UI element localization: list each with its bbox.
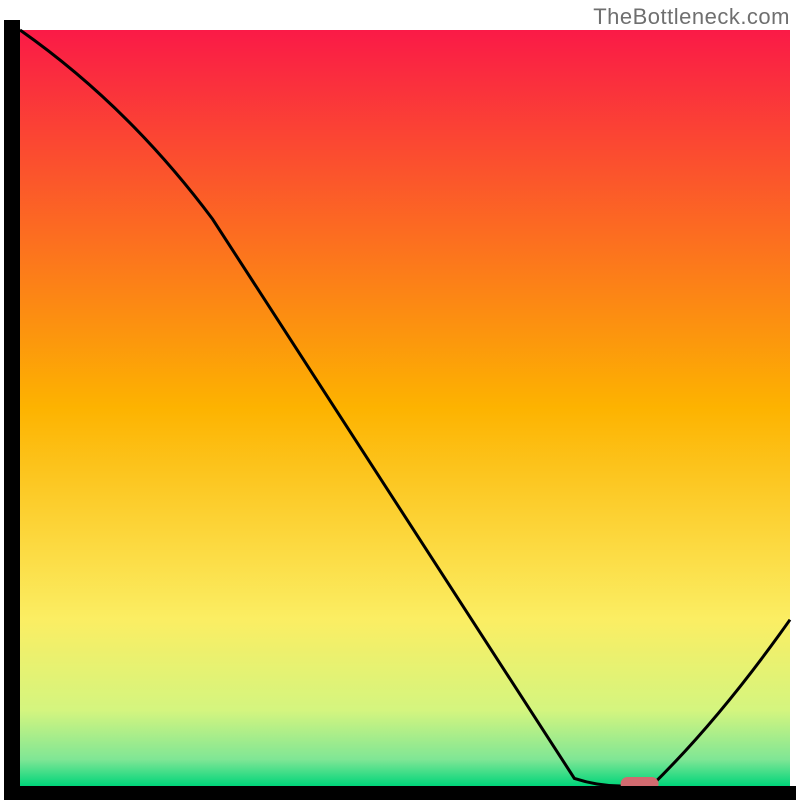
chart-container: TheBottleneck.com — [0, 0, 800, 800]
plot-area — [20, 30, 790, 786]
chart-svg — [0, 0, 800, 800]
y-axis — [4, 20, 20, 796]
watermark-text: TheBottleneck.com — [593, 4, 790, 30]
x-axis — [4, 786, 796, 800]
gradient-background — [20, 30, 790, 786]
